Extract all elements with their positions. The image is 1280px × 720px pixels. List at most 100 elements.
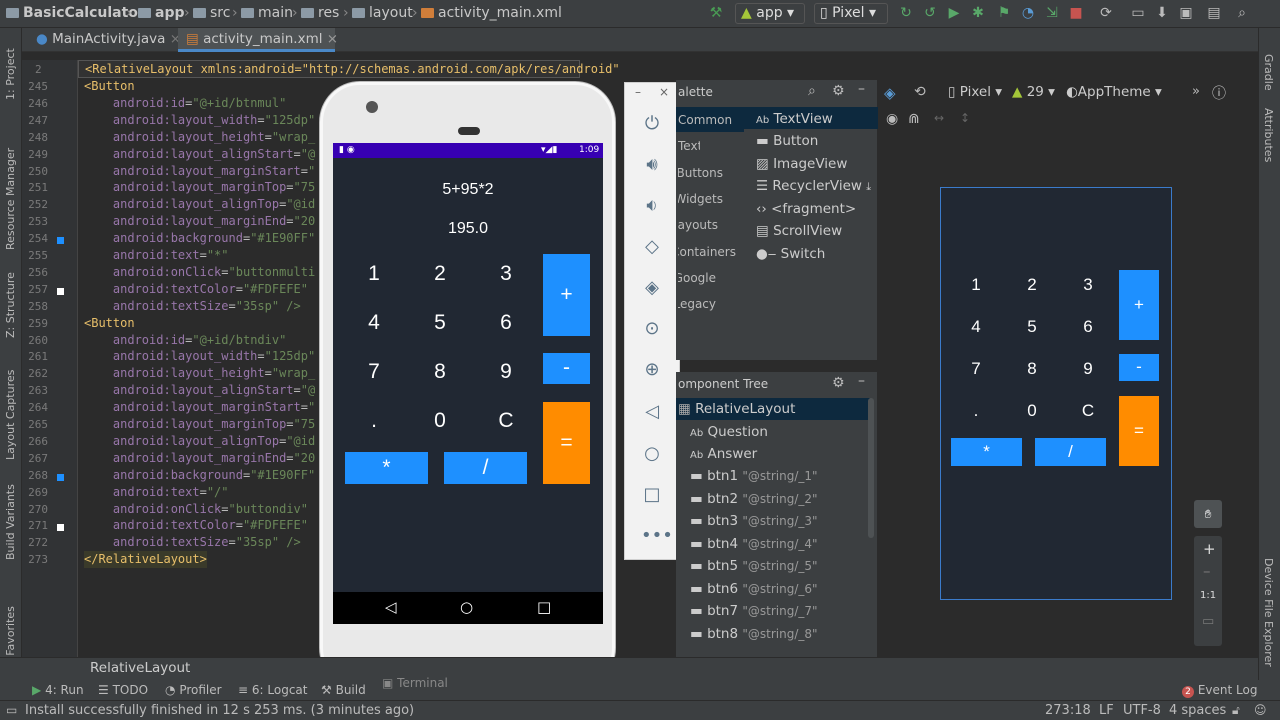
device-select[interactable]: ▯ Pixel ▾ [814, 3, 888, 24]
code-line[interactable]: android:id="@+id/btnmul" [84, 95, 286, 112]
palette-item-fragment[interactable]: ‹› <fragment> [756, 201, 856, 217]
volume-up-icon[interactable]: 🔊︎ [641, 154, 663, 176]
digit-button-6[interactable]: 6 [473, 305, 539, 341]
orientation-icon[interactable]: ⟲ [914, 84, 926, 100]
tree-item-btn6[interactable]: ▬ btn6 "@string/_6" [690, 581, 818, 597]
breadcrumb-main[interactable]: main [241, 5, 293, 21]
gear-icon[interactable]: ⚙ [832, 375, 845, 391]
preview-multiply[interactable]: * [951, 438, 1022, 466]
emulator-screen[interactable]: ▮ ◉ ▾◢▮ 1:09 5+95*2 195.0 1 2 3 4 5 6 7 … [333, 143, 603, 624]
tree-item-btn5[interactable]: ▬ btn5 "@string/_5" [690, 558, 818, 574]
close-icon[interactable]: × [659, 85, 669, 99]
avd-manager-icon[interactable]: ▭ [1130, 5, 1146, 21]
code-line[interactable]: android:onClick="buttondiv" [84, 501, 308, 518]
line-separator[interactable]: LF [1099, 703, 1114, 718]
warning-icon[interactable]: ⓘ [1212, 83, 1226, 103]
search-icon[interactable]: ⌕ [808, 83, 816, 99]
preview-digit-1[interactable]: 1 [951, 270, 1001, 300]
code-line[interactable]: android:layout_marginEnd="20 [84, 213, 315, 230]
palette-category-text[interactable]: Text [678, 139, 700, 153]
code-line[interactable]: android:layout_marginStart=" [84, 399, 315, 416]
preview-digit-9[interactable]: 9 [1063, 354, 1113, 384]
apply-changes-icon[interactable]: ↻ [898, 5, 914, 21]
palette-category-google[interactable]: Google [678, 271, 716, 285]
close-icon[interactable]: × [327, 31, 338, 47]
camera-icon[interactable]: ⊙ [641, 318, 663, 340]
equals-button[interactable]: = [543, 402, 590, 484]
design-preview[interactable]: 1 2 3 4 5 6 7 8 9 . 0 C + - = * / [940, 187, 1172, 600]
preview-digit-8[interactable]: 8 [1007, 354, 1057, 384]
inspector-icon[interactable]: ☺ [1254, 703, 1267, 717]
code-line[interactable]: android:layout_alignStart="@ [84, 382, 315, 399]
palette-item-textview[interactable]: Ab TextView [756, 111, 833, 127]
palette-item-recyclerview[interactable]: ☰ RecyclerView ⤓ [756, 178, 871, 194]
expand-vertical-icon[interactable]: ↕ [960, 111, 970, 125]
tool-build-variants[interactable]: Build Variants [4, 484, 17, 560]
preview-equals[interactable]: = [1119, 396, 1159, 466]
code-line[interactable]: android:text="*" [84, 247, 229, 264]
digit-button-5[interactable]: 5 [407, 305, 473, 341]
code-line[interactable]: android:layout_marginStart=" [84, 163, 315, 180]
digit-button-9[interactable]: 9 [473, 354, 539, 390]
code-line[interactable]: android:layout_height="wrap_ [84, 129, 315, 146]
digit-button-3[interactable]: 3 [473, 256, 539, 292]
minimize-icon[interactable]: – [635, 85, 641, 99]
palette-item-imageview[interactable]: ▨ ImageView [756, 156, 847, 172]
preview-digit-2[interactable]: 2 [1007, 270, 1057, 300]
tool-project[interactable]: 1: Project [4, 48, 17, 100]
plus-button[interactable]: + [543, 254, 590, 336]
pan-icon[interactable]: ✋︎ [1194, 500, 1222, 528]
apply-code-changes-icon[interactable]: ↺ [922, 5, 938, 21]
tool-gradle[interactable]: Gradle [1262, 54, 1275, 91]
tool-resource-manager[interactable]: Resource Manager [4, 148, 17, 250]
tool-todo[interactable]: ☰ TODO [98, 683, 148, 697]
code-line[interactable]: android:layout_width="125dp" [84, 348, 315, 365]
expand-horizontal-icon[interactable]: ↔ [934, 111, 944, 125]
digit-button-2[interactable]: 2 [407, 256, 473, 292]
file-encoding[interactable]: UTF-8 [1123, 703, 1161, 718]
code-line[interactable]: <Button [84, 315, 135, 332]
tree-item-btn7[interactable]: ▬ btn7 "@string/_7" [690, 603, 818, 619]
preview-dot[interactable]: . [951, 396, 1001, 426]
digit-button-0[interactable]: 0 [407, 403, 473, 439]
preview-clear[interactable]: C [1063, 396, 1113, 426]
tree-scrollbar[interactable] [868, 398, 874, 538]
sync-icon[interactable]: ⟳ [1098, 5, 1114, 21]
zoom-ratio[interactable]: 1:1 [1200, 590, 1216, 601]
palette-category-buttons[interactable]: Buttons [678, 166, 723, 180]
code-line[interactable]: android:layout_width="125dp" [84, 112, 315, 129]
multiply-button[interactable]: * [345, 452, 428, 484]
tool-run[interactable]: ▶ 4: Run [32, 683, 84, 697]
clear-button[interactable]: C [473, 403, 539, 439]
tree-item-btn8[interactable]: ▬ btn8 "@string/_8" [690, 626, 818, 642]
back-icon[interactable]: ◁ [385, 598, 397, 616]
preview-digit-4[interactable]: 4 [951, 312, 1001, 342]
code-line[interactable]: android:layout_alignTop="@id [84, 433, 315, 450]
build-hammer-icon[interactable]: ⚒ [708, 5, 724, 21]
tree-item-relativelayout[interactable]: ▦ RelativeLayout [678, 401, 795, 417]
indent-setting[interactable]: 4 spaces [1169, 703, 1226, 718]
digit-button-8[interactable]: 8 [407, 354, 473, 390]
breadcrumb-src[interactable]: src [193, 5, 230, 21]
preview-plus[interactable]: + [1119, 270, 1159, 340]
hide-icon[interactable]: – [858, 81, 865, 97]
preview-digit-7[interactable]: 7 [951, 354, 1001, 384]
tab-mainactivity[interactable]: ● MainActivity.java × [28, 28, 181, 52]
sdk-manager-icon[interactable]: ⬇ [1154, 5, 1170, 21]
rotate-right-icon[interactable]: ◈ [641, 277, 663, 299]
rotate-left-icon[interactable]: ◇ [641, 236, 663, 258]
tool-device-file-explorer[interactable]: Device File Explorer [1262, 558, 1275, 667]
run-icon[interactable]: ▶ [946, 5, 962, 21]
project-structure-icon[interactable]: ▤ [1206, 5, 1222, 21]
palette-category-legacy[interactable]: Legacy [678, 297, 716, 311]
profiler-icon[interactable]: ◔ [1020, 5, 1036, 21]
palette-item-scrollview[interactable]: ▤ ScrollView [756, 223, 842, 239]
download-icon[interactable]: ⤓ [866, 180, 871, 193]
preview-minus[interactable]: - [1119, 354, 1159, 381]
preview-digit-6[interactable]: 6 [1063, 312, 1113, 342]
tree-item-btn3[interactable]: ▬ btn3 "@string/_3" [690, 513, 818, 529]
divide-button[interactable]: / [444, 452, 527, 484]
preview-digit-3[interactable]: 3 [1063, 270, 1113, 300]
code-line[interactable]: android:layout_alignTop="@id [84, 196, 315, 213]
code-line[interactable]: android:layout_marginTop="75 [84, 416, 315, 433]
